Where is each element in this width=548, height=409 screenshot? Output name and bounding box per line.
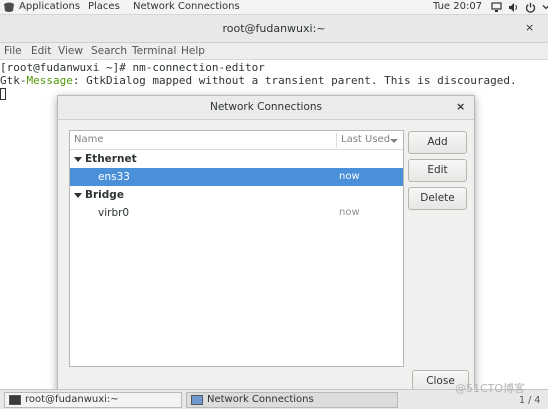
dialog-close-icon[interactable]: × (456, 100, 465, 113)
warning-text: : GtkDialog mapped without a transient p… (72, 74, 517, 87)
column-name-header[interactable]: Name (74, 134, 104, 145)
applications-icon[interactable] (3, 2, 15, 13)
edit-button[interactable]: Edit (408, 159, 467, 182)
menu-file[interactable]: File (4, 45, 22, 57)
connection-list[interactable]: Name Last Used Ethernet ens33 now Bridge… (69, 130, 404, 367)
active-app-menu[interactable]: Network Connections (133, 1, 240, 12)
group-row-bridge[interactable]: Bridge (70, 186, 403, 204)
volume-icon (508, 2, 519, 13)
group-row-ethernet[interactable]: Ethernet (70, 150, 403, 168)
network-connections-dialog: Network Connections × Name Last Used Eth… (57, 95, 475, 395)
chevron-down-icon (542, 3, 548, 11)
clock[interactable]: Tue 20:07 (433, 1, 482, 12)
column-last-used-header[interactable]: Last Used (341, 134, 390, 145)
warning-prefix: Gtk- (0, 74, 27, 87)
menu-edit[interactable]: Edit (31, 45, 51, 57)
gnome-top-bar: Applications Places Network Connections … (0, 0, 548, 15)
power-icon (525, 2, 536, 13)
expander-icon[interactable] (74, 193, 82, 198)
delete-button[interactable]: Delete (408, 187, 467, 210)
taskbar-item-terminal[interactable]: root@fudanwuxi:~ (4, 392, 182, 408)
dialog-titlebar[interactable]: Network Connections × (58, 96, 474, 120)
menu-view[interactable]: View (58, 45, 83, 57)
terminal-icon (9, 395, 21, 405)
terminal-prompt-line: [root@fudanwuxi ~]# nm-connection-editor (0, 61, 265, 74)
terminal-title: root@fudanwuxi:~ (222, 22, 326, 35)
system-menu[interactable] (491, 0, 548, 14)
network-icon (491, 1, 502, 13)
dialog-title: Network Connections (209, 101, 323, 113)
connection-last-used: now (339, 171, 360, 182)
places-menu[interactable]: Places (88, 1, 120, 12)
group-label: Ethernet (85, 153, 137, 165)
connection-name: virbr0 (98, 207, 130, 219)
column-separator (336, 133, 337, 148)
warning-keyword: Message (26, 74, 73, 87)
taskbar-item-network-connections[interactable]: Network Connections (186, 392, 398, 408)
watermark: @51CTO博客 (455, 382, 526, 395)
terminal-titlebar[interactable]: root@fudanwuxi:~ × (0, 15, 548, 43)
sort-arrow-icon (390, 139, 398, 143)
terminal-warning-line: Gtk-Message: GtkDialog mapped without a … (0, 74, 517, 87)
menu-terminal[interactable]: Terminal (132, 45, 176, 57)
workspace-pager[interactable]: 1 / 4 (519, 395, 540, 406)
terminal-close-button[interactable]: × (525, 21, 534, 34)
connection-name: ens33 (98, 171, 130, 183)
applications-menu[interactable]: Applications (19, 1, 80, 12)
list-header: Name Last Used (70, 131, 403, 150)
connection-last-used: now (339, 207, 360, 218)
terminal-menubar: File Edit View Search Terminal Help (0, 43, 548, 60)
network-connections-icon (191, 395, 203, 405)
menu-search[interactable]: Search (91, 45, 127, 57)
expander-icon[interactable] (74, 157, 82, 162)
terminal-cursor (0, 88, 6, 100)
connection-row-ens33[interactable]: ens33 now (70, 168, 403, 186)
taskbar-item-label: root@fudanwuxi:~ (25, 394, 119, 405)
taskbar-item-label: Network Connections (207, 394, 314, 405)
menu-help[interactable]: Help (181, 45, 205, 57)
group-label: Bridge (85, 189, 124, 201)
add-button[interactable]: Add (408, 131, 467, 154)
connection-row-virbr0[interactable]: virbr0 now (70, 204, 403, 222)
